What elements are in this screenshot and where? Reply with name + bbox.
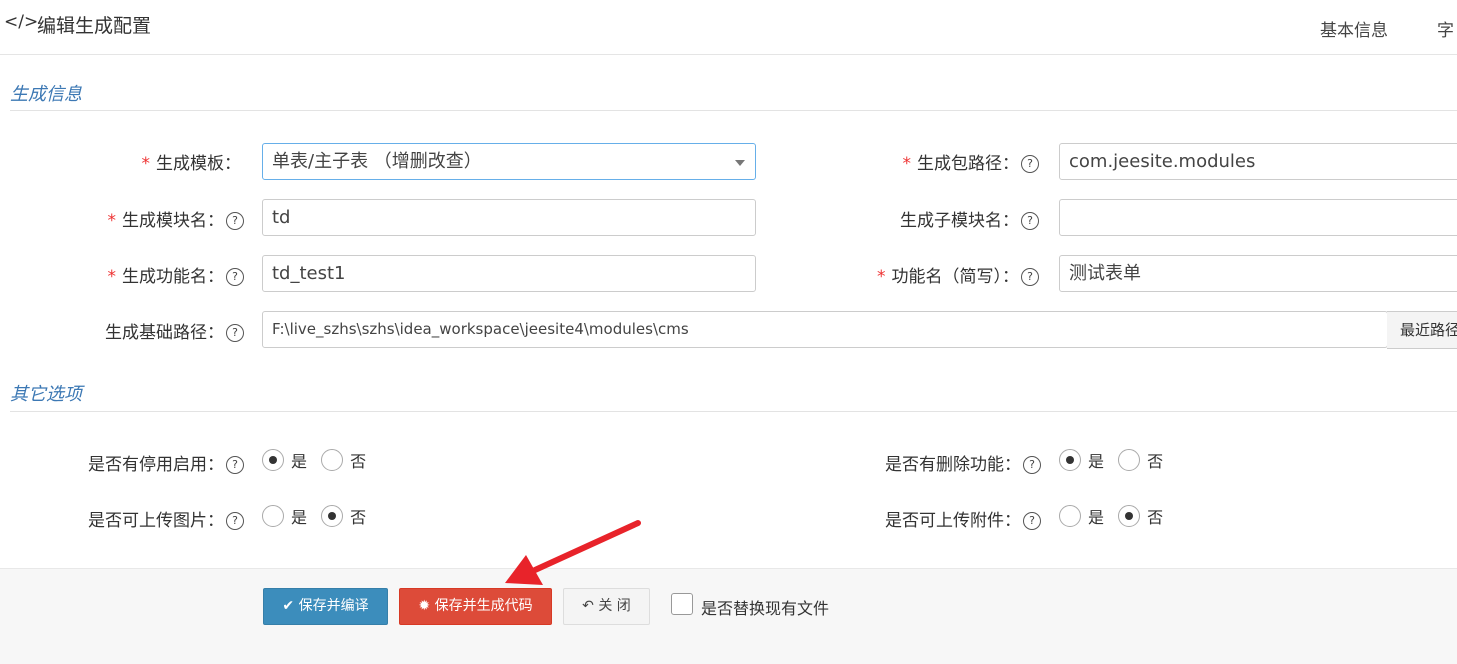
arrow-shaft <box>532 520 641 573</box>
annotation-arrow <box>505 520 641 585</box>
